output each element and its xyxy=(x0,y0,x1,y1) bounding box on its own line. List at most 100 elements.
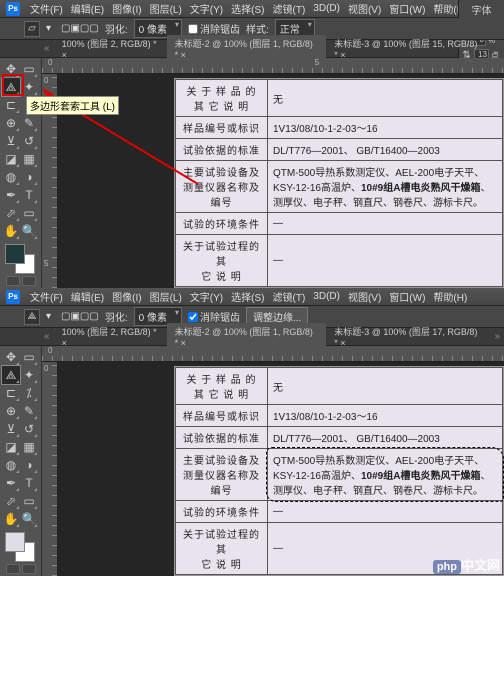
screenmode-icon[interactable] xyxy=(22,276,36,286)
tab-scroll-left[interactable]: « xyxy=(40,331,54,342)
fg-color-swatch[interactable] xyxy=(5,532,25,552)
menu-select[interactable]: 选择(S) xyxy=(227,289,268,304)
eraser-tool[interactable]: ◪ xyxy=(2,150,20,168)
menu-file[interactable]: 文件(F) xyxy=(26,289,67,304)
document-image: 关 于 样 品 的 其 它 说 明 无 样品编号或标识 1V13/08/10-1… xyxy=(174,366,504,576)
type-tool[interactable]: T xyxy=(20,474,38,492)
canvas-area: 0 5 0 5 关 于 样 品 的 其 它 说 明 无 样 xyxy=(42,58,504,288)
marquee-tool[interactable]: ▭ xyxy=(20,348,38,366)
color-swatches[interactable] xyxy=(5,532,39,562)
menu-edit[interactable]: 编辑(E) xyxy=(67,1,108,16)
screenmode-icon[interactable] xyxy=(22,564,36,574)
shape-tool[interactable]: ▭ xyxy=(20,204,38,222)
dodge-tool[interactable]: ◑ xyxy=(20,168,38,186)
tool-box: ✥ ▭ ⟁ ✦ ⊏ ⁒ ⊕ ✎ ⊻ ↺ ◪ ▦ ◍ ◑ ✒ T ⬀ ▭ ✋ 🔍 xyxy=(0,346,42,576)
healing-tool[interactable]: ⊕ xyxy=(2,402,20,420)
fg-color-swatch[interactable] xyxy=(5,244,25,264)
menu-3d[interactable]: 3D(D) xyxy=(309,291,344,302)
menu-window[interactable]: 窗口(W) xyxy=(385,289,429,304)
pen-tool[interactable]: ✒ xyxy=(2,186,20,204)
row-sample-desc-label: 关 于 样 品 的 其 它 说 明 xyxy=(176,368,268,405)
canvas-bg[interactable]: 关 于 样 品 的 其 它 说 明 无 样品编号或标识 1V13/08/10-1… xyxy=(58,74,504,288)
tab-scroll-left[interactable]: « xyxy=(40,43,54,54)
menu-select[interactable]: 选择(S) xyxy=(227,1,268,16)
type-tool[interactable]: T xyxy=(20,186,38,204)
menu-view[interactable]: 视图(V) xyxy=(344,289,385,304)
gradient-tool[interactable]: ▦ xyxy=(20,150,38,168)
lasso-tool[interactable]: ⟁ xyxy=(2,366,20,384)
path-tool[interactable]: ⬀ xyxy=(2,492,20,510)
crop-tool[interactable]: ⊏ xyxy=(2,96,20,114)
menu-type[interactable]: 文字(Y) xyxy=(186,289,227,304)
zoom-tool[interactable]: 🔍 xyxy=(20,510,38,528)
antialias-checkbox[interactable] xyxy=(188,24,198,34)
antialias-checkbox[interactable] xyxy=(188,312,198,322)
hand-tool[interactable]: ✋ xyxy=(2,222,20,240)
zoom-tool[interactable]: 🔍 xyxy=(20,222,38,240)
menu-image[interactable]: 图像(I) xyxy=(108,1,145,16)
menu-bar: Ps 文件(F) 编辑(E) 图像(I) 图层(L) 文字(Y) 选择(S) 滤… xyxy=(0,0,504,18)
menu-help[interactable]: 帮助(H) xyxy=(429,289,471,304)
row-sample-id-label: 样品编号或标识 xyxy=(176,405,268,427)
menu-filter[interactable]: 滤镜(T) xyxy=(269,289,310,304)
history-brush-tool[interactable]: ↺ xyxy=(20,132,38,150)
row-standard-label: 试验依据的标准 xyxy=(176,427,268,449)
current-tool-icon[interactable]: ▱ xyxy=(24,21,40,37)
row-equipment-value: QTM-500导热系数测定仪、AEL-200电子天平、KSY-12-16高温炉、… xyxy=(268,161,503,213)
row-process-label: 关于试验过程的其 它 说 明 xyxy=(176,235,268,287)
brush-tool[interactable]: ✎ xyxy=(20,114,38,132)
gradient-tool[interactable]: ▦ xyxy=(20,438,38,456)
annotation-highlight xyxy=(2,74,24,96)
color-swatches[interactable] xyxy=(5,244,39,274)
path-tool[interactable]: ⬀ xyxy=(2,204,20,222)
menu-edit[interactable]: 编辑(E) xyxy=(67,289,108,304)
shape-tool[interactable]: ▭ xyxy=(20,492,38,510)
blur-tool[interactable]: ◍ xyxy=(2,168,20,186)
ruler-vertical: 0 xyxy=(42,362,58,576)
row-equipment-label: 主要试验设备及测量仪器名称及编号 xyxy=(176,449,268,501)
brush-tool[interactable]: ✎ xyxy=(20,402,38,420)
row-sample-desc-value: 无 xyxy=(268,368,503,405)
menu-type[interactable]: 文字(Y) xyxy=(186,1,227,16)
menu-view[interactable]: 视图(V) xyxy=(344,1,385,16)
watermark: php中文网 xyxy=(433,555,500,574)
document-image: 关 于 样 品 的 其 它 说 明 无 样品编号或标识 1V13/08/10-1… xyxy=(174,78,504,288)
stamp-tool[interactable]: ⊻ xyxy=(2,132,20,150)
blur-tool[interactable]: ◍ xyxy=(2,456,20,474)
crop-tool[interactable]: ⊏ xyxy=(2,384,20,402)
menu-filter[interactable]: 滤镜(T) xyxy=(269,1,310,16)
eraser-tool[interactable]: ◪ xyxy=(2,438,20,456)
menu-layer[interactable]: 图层(L) xyxy=(146,1,186,16)
row-equipment-value: QTM-500导热系数测定仪、AEL-200电子天平、KSY-12-16高温炉、… xyxy=(268,449,503,501)
dodge-tool[interactable]: ◑ xyxy=(20,456,38,474)
quickmask-icon[interactable] xyxy=(6,276,20,286)
row-sample-desc-value: 无 xyxy=(268,80,503,117)
menu-layer[interactable]: 图层(L) xyxy=(146,289,186,304)
ps-logo: Ps xyxy=(6,290,20,304)
row-process-label: 关于试验过程的其 它 说 明 xyxy=(176,523,268,575)
row-env-label: 试验的环境条件 xyxy=(176,213,268,235)
feather-label: 羽化: xyxy=(105,21,128,36)
row-sample-id-value: 1V13/08/10-1-2-03～16 xyxy=(268,117,503,139)
canvas-bg[interactable]: 关 于 样 品 的 其 它 说 明 无 样品编号或标识 1V13/08/10-1… xyxy=(58,362,504,576)
eyedropper-tool[interactable]: ⁒ xyxy=(20,384,38,402)
current-tool-icon[interactable]: ⟁ xyxy=(24,309,40,325)
tab-scroll-right[interactable]: » xyxy=(490,331,504,342)
row-env-label: 试验的环境条件 xyxy=(176,501,268,523)
wand-tool[interactable]: ✦ xyxy=(20,366,38,384)
row-standard-value: DL/T776—2001、 GB/T16400—2003 xyxy=(268,139,503,161)
menu-image[interactable]: 图像(I) xyxy=(108,289,145,304)
panel-title: 字体 xyxy=(461,2,502,17)
quickmask-icon[interactable] xyxy=(6,564,20,574)
stamp-tool[interactable]: ⊻ xyxy=(2,420,20,438)
row-env-value: — xyxy=(268,501,503,523)
menu-window[interactable]: 窗口(W) xyxy=(385,1,429,16)
pen-tool[interactable]: ✒ xyxy=(2,474,20,492)
menu-file[interactable]: 文件(F) xyxy=(26,1,67,16)
history-brush-tool[interactable]: ↺ xyxy=(20,420,38,438)
hand-tool[interactable]: ✋ xyxy=(2,510,20,528)
document-tabs: « 100% (图层 2, RGB/8) * × 未标题-2 @ 100% (图… xyxy=(0,40,504,58)
healing-tool[interactable]: ⊕ xyxy=(2,114,20,132)
menu-3d[interactable]: 3D(D) xyxy=(309,3,344,14)
move-tool[interactable]: ✥ xyxy=(2,348,20,366)
